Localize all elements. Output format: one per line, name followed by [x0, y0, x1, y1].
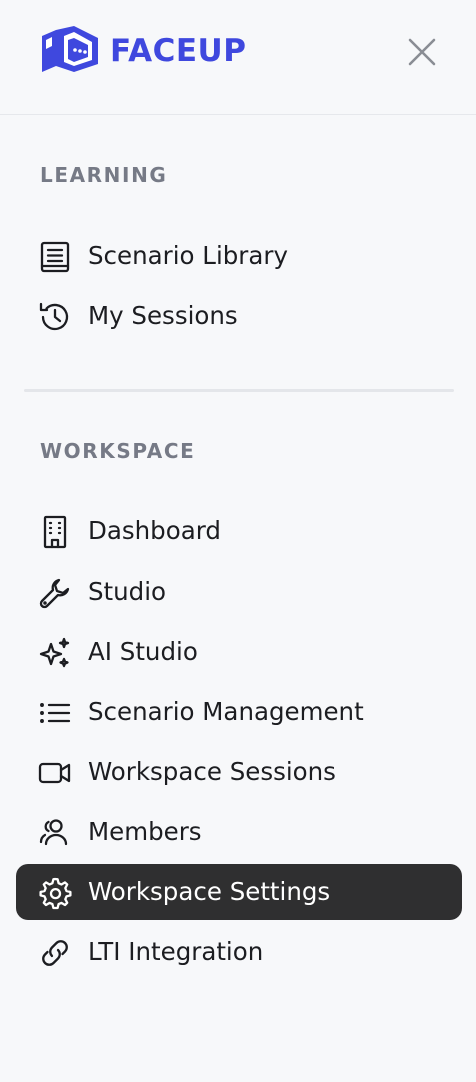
nav-item-label: Scenario Library — [88, 241, 288, 270]
nav-item-label: Studio — [88, 577, 167, 606]
nav-item-scenario-library[interactable]: Scenario Library — [16, 228, 462, 284]
nav-item-members[interactable]: Members — [16, 804, 462, 860]
brand-name: FACEUP — [110, 33, 247, 69]
nav-item-lti-integration[interactable]: LTI Integration — [16, 924, 462, 980]
nav-item-label: Members — [88, 817, 202, 846]
section-divider — [24, 389, 454, 392]
link-icon — [38, 936, 72, 970]
nav-item-studio[interactable]: Studio — [16, 564, 462, 620]
nav-item-label: Dashboard — [88, 516, 221, 545]
nav-item-label: LTI Integration — [88, 937, 264, 966]
list-icon — [38, 696, 72, 730]
sidebar-header: FACEUP — [0, 0, 476, 115]
wrench-icon — [38, 576, 72, 610]
section-label-learning: LEARNING — [40, 163, 168, 187]
history-icon — [38, 300, 72, 334]
nav-item-ai-studio[interactable]: AI Studio — [16, 624, 462, 680]
nav-item-label: Scenario Management — [88, 697, 364, 726]
video-icon — [38, 756, 72, 790]
building-icon — [38, 515, 72, 549]
brand-logo[interactable]: FACEUP — [40, 26, 246, 76]
nav-item-dashboard[interactable]: Dashboard — [16, 503, 462, 559]
section-label-workspace: WORKSPACE — [40, 439, 196, 463]
nav-item-label: My Sessions — [88, 301, 238, 330]
faceup-logo-icon — [42, 26, 98, 72]
nav-item-workspace-sessions[interactable]: Workspace Sessions — [16, 744, 462, 800]
nav-item-label: Workspace Settings — [88, 877, 331, 906]
nav-item-workspace-settings[interactable]: Workspace Settings — [16, 864, 462, 920]
gear-icon — [38, 876, 72, 910]
nav-item-label: Workspace Sessions — [88, 757, 336, 786]
sidebar-menu: FACEUP LEARNING Scenario Library My Sess… — [0, 0, 476, 1082]
sparkles-icon — [38, 636, 72, 670]
nav-item-scenario-management[interactable]: Scenario Management — [16, 684, 462, 740]
nav-item-my-sessions[interactable]: My Sessions — [16, 288, 462, 344]
nav-item-label: AI Studio — [88, 637, 198, 666]
close-icon — [408, 38, 436, 66]
users-icon — [38, 816, 72, 850]
close-button[interactable] — [404, 34, 440, 70]
book-icon — [38, 240, 72, 274]
